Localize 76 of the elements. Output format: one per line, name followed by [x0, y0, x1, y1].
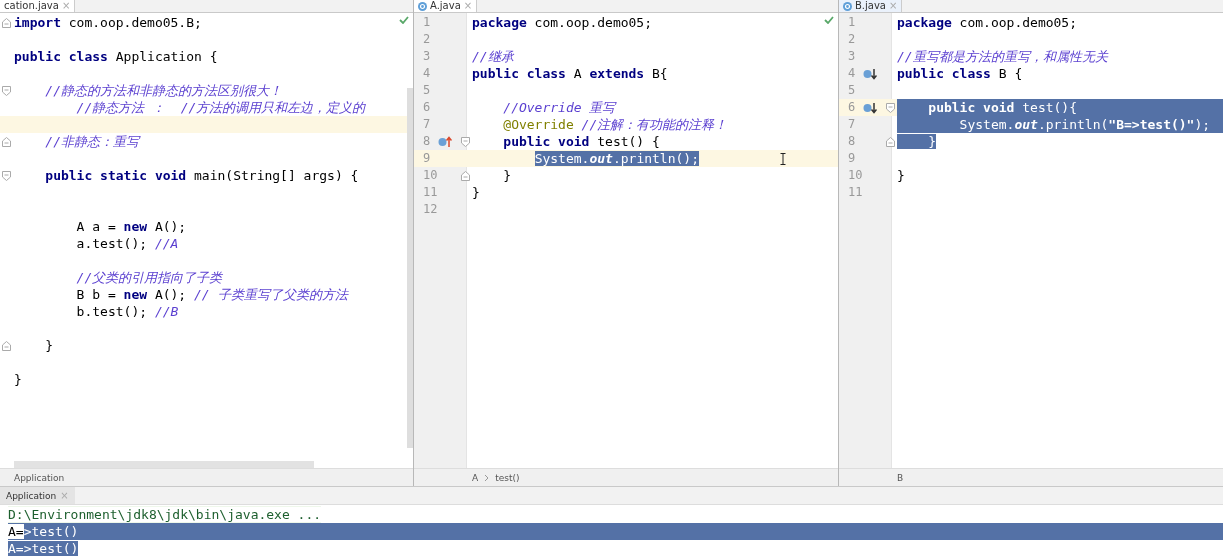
line-number: 11 [848, 184, 863, 201]
code-line: public class Application { [14, 48, 218, 65]
fold-end-icon[interactable] [886, 137, 895, 147]
code-line: import com.oop.demo05.B; [14, 14, 202, 31]
line-number: 7 [423, 116, 431, 133]
vertical-scrollbar[interactable] [407, 88, 413, 448]
fold-icon[interactable] [2, 86, 11, 96]
line-number: 4 [423, 65, 431, 82]
line-number: 12 [423, 201, 438, 218]
fold-icon[interactable] [461, 137, 470, 147]
line-number: 1 [423, 14, 431, 31]
line-number: 3 [848, 48, 856, 65]
line-number: 7 [848, 116, 856, 133]
check-icon[interactable] [399, 16, 409, 24]
text-cursor-icon [780, 153, 786, 165]
code-line: B b = new A(); // 子类重写了父类的方法 [75, 286, 348, 303]
code-line: //父类的引用指向了子类 [75, 269, 223, 286]
code-line: //静态的方法和非静态的方法区别很大！ [44, 82, 282, 99]
code-line: //重写都是方法的重写，和属性无关 [897, 48, 1108, 65]
line-number: 6 [423, 99, 431, 116]
code-line: b.test(); //B [75, 303, 179, 320]
line-number: 2 [423, 31, 431, 48]
line-number: 9 [848, 150, 856, 167]
code-line: System.out.println(); [533, 150, 699, 167]
line-number: 8 [423, 133, 431, 150]
line-number: 9 [423, 150, 431, 167]
line-number: 8 [848, 133, 856, 150]
console-line: D:\Environment\jdk8\jdk\bin\java.exe ... [8, 506, 322, 523]
code-line: //静态方法 ： //方法的调用只和左边，定义的 [75, 99, 366, 116]
horizontal-scrollbar[interactable] [14, 461, 314, 468]
line-number: 5 [848, 82, 856, 99]
line-number: 1 [848, 14, 856, 31]
code-line: public static void main(String[] args) { [44, 167, 359, 184]
code-line: package com.oop.demo05; [472, 14, 653, 31]
code-line: a.test(); //A [75, 235, 179, 252]
code-line: } [44, 337, 54, 354]
breadcrumb-item[interactable]: A [472, 472, 479, 483]
fold-end-icon[interactable] [2, 137, 11, 147]
code-line: public class B { [897, 65, 1023, 82]
line-number: 2 [848, 31, 856, 48]
breadcrumb-item[interactable]: Application [14, 472, 65, 483]
check-icon[interactable] [824, 16, 834, 24]
file-tab[interactable]: A.java × [414, 0, 478, 12]
line-number: 3 [423, 48, 431, 65]
code-line: } [14, 371, 22, 388]
line-number: 10 [848, 167, 863, 184]
code-line: public void test() { [502, 133, 660, 150]
override-down-arrow-icon[interactable] [863, 102, 877, 114]
line-number: 6 [848, 99, 856, 116]
code-line: package com.oop.demo05; [897, 14, 1078, 31]
fold-end-icon[interactable] [2, 341, 11, 351]
fold-icon[interactable] [886, 103, 895, 113]
code-line: @Override //注解：有功能的注释！ [502, 116, 728, 133]
fold-end-icon[interactable] [461, 171, 470, 181]
code-line: public class A extends B{ [472, 65, 668, 82]
line-number: 10 [423, 167, 438, 184]
breadcrumb-item[interactable]: test() [495, 472, 520, 483]
line-number: 11 [423, 184, 438, 201]
code-line: } [502, 167, 512, 184]
chevron-icon [484, 473, 490, 482]
code-line: //继承 [472, 48, 514, 65]
fold-icon[interactable] [2, 171, 11, 181]
file-tab[interactable]: B.java × [839, 0, 903, 12]
override-down-arrow-icon[interactable] [863, 68, 877, 80]
override-up-arrow-icon[interactable] [438, 136, 452, 148]
file-tab[interactable]: cation.java × [0, 0, 76, 12]
code-line: //非静态：重写 [44, 133, 139, 150]
code-line: //Override 重写 [502, 99, 616, 116]
code-line: } [472, 184, 480, 201]
code-line: A a = new A(); [75, 218, 187, 235]
fold-end-icon[interactable] [2, 18, 11, 28]
line-number: 5 [423, 82, 431, 99]
code-line: } [897, 167, 905, 184]
run-tab[interactable]: Application × [0, 487, 75, 504]
line-number: 4 [848, 65, 856, 82]
breadcrumb-item[interactable]: B [897, 472, 904, 483]
